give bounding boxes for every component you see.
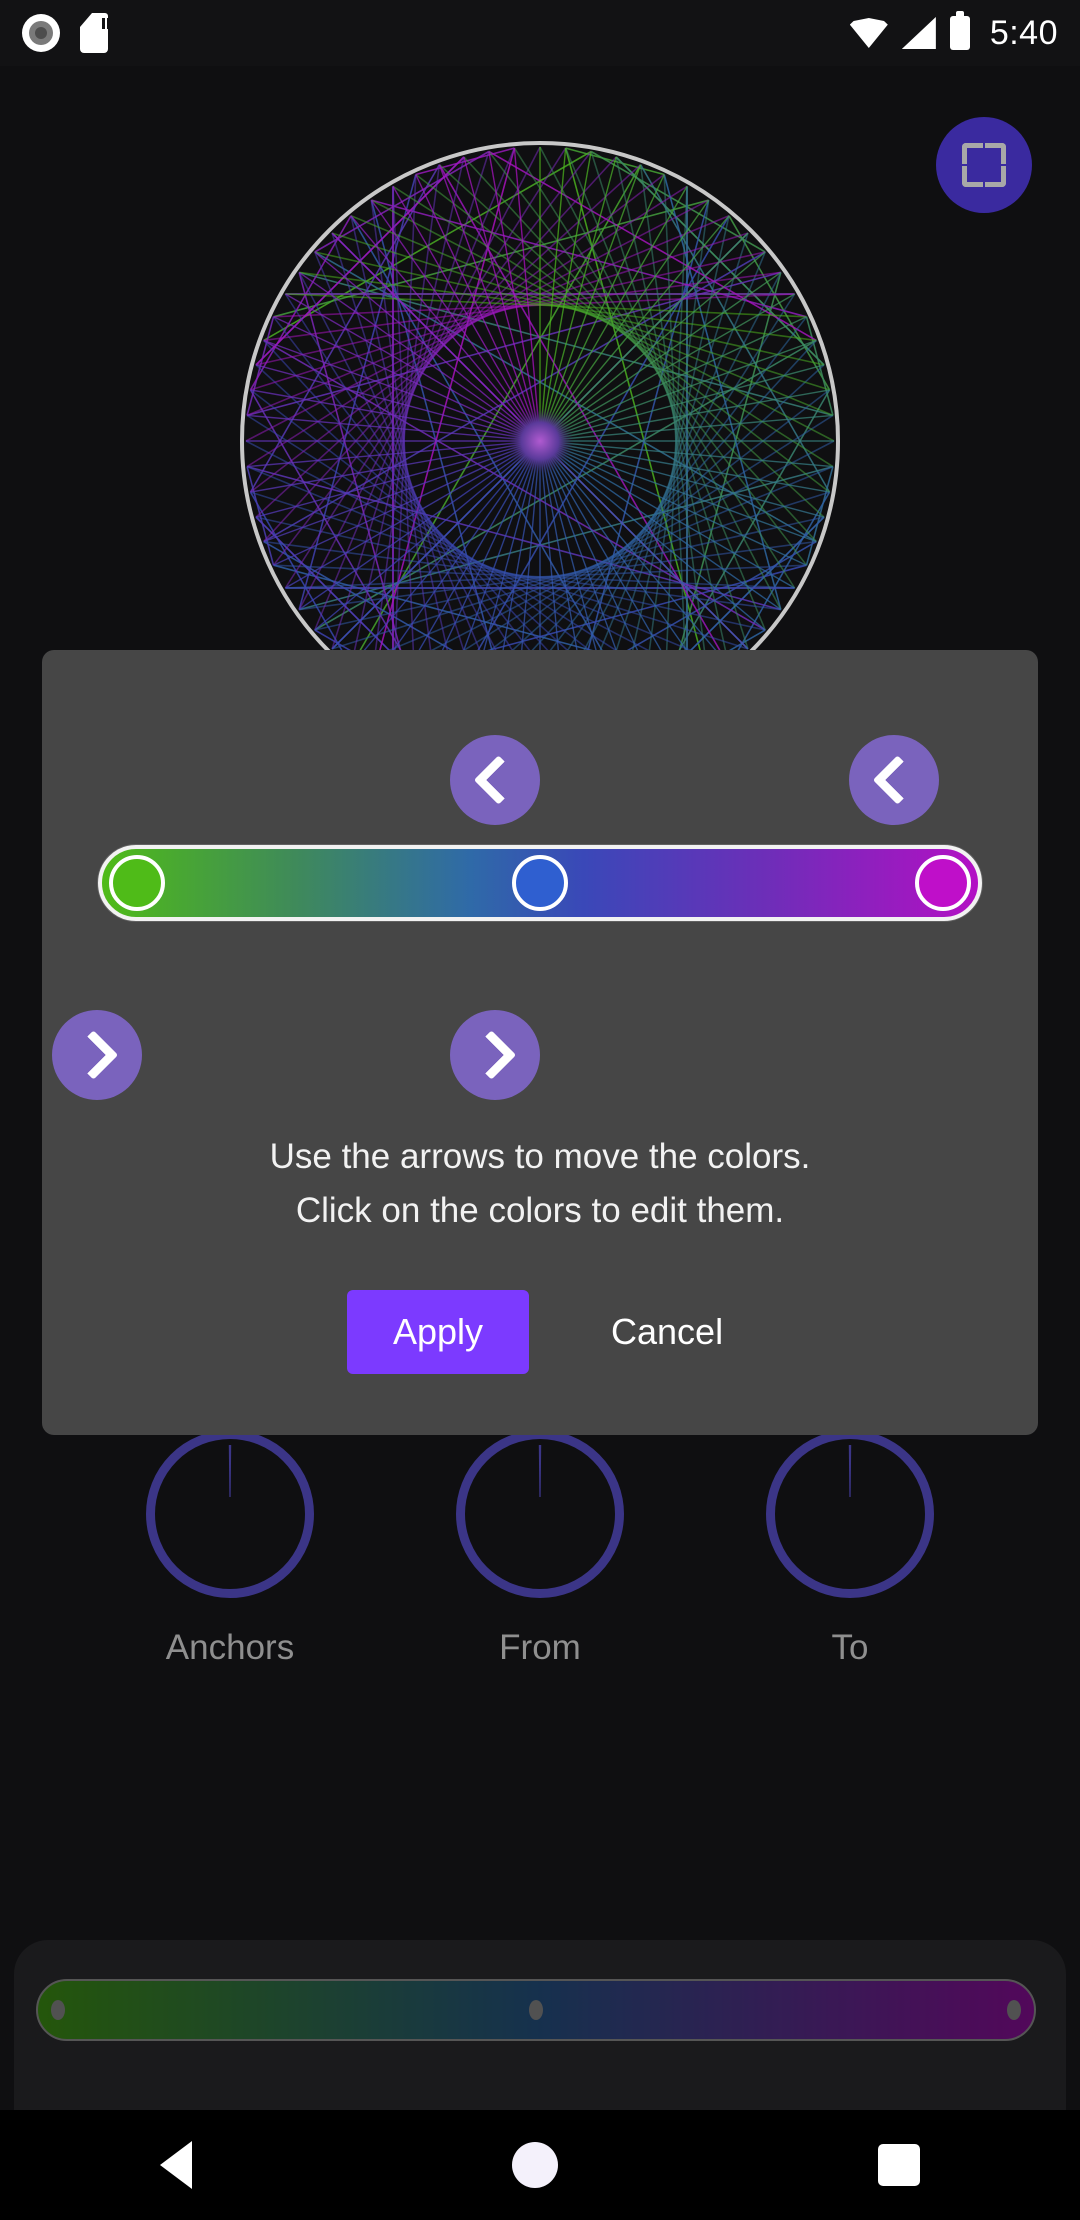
nav-home-icon[interactable]	[512, 2142, 558, 2188]
chevron-left-icon	[877, 763, 911, 797]
color-stop-blue[interactable]	[512, 855, 568, 911]
move-right-start-button[interactable]	[51, 1010, 142, 1100]
move-left-middle-button[interactable]	[450, 735, 541, 825]
android-nav-bar	[0, 2110, 1080, 2220]
chevron-right-icon	[478, 1038, 512, 1072]
arrow-row-right	[42, 1010, 1038, 1106]
arrow-row-left	[42, 735, 1038, 831]
nav-back-icon[interactable]	[160, 2141, 192, 2189]
color-stop-green[interactable]	[109, 855, 166, 911]
app-screen: 5:40 Anchors From To Use the arrows to m…	[0, 0, 1080, 2220]
chevron-left-icon	[478, 763, 512, 797]
hint-line-2: Click on the colors to edit them.	[295, 1191, 785, 1230]
dialog-actions: Apply Cancel	[42, 1290, 1038, 1374]
apply-button[interactable]: Apply	[346, 1290, 529, 1374]
hint-text: Use the arrows to move the colors. Click…	[42, 1130, 1038, 1238]
hint-line-1: Use the arrows to move the colors.	[269, 1137, 811, 1176]
move-left-end-button[interactable]	[848, 735, 939, 825]
nav-recents-icon[interactable]	[878, 2144, 920, 2186]
gradient-slider[interactable]	[98, 845, 982, 921]
cancel-button[interactable]: Cancel	[601, 1290, 733, 1374]
color-stop-magenta[interactable]	[914, 855, 971, 911]
chevron-right-icon	[80, 1038, 114, 1072]
move-right-middle-button[interactable]	[450, 1010, 541, 1100]
gradient-color-editor-dialog: Use the arrows to move the colors. Click…	[42, 650, 1038, 1435]
